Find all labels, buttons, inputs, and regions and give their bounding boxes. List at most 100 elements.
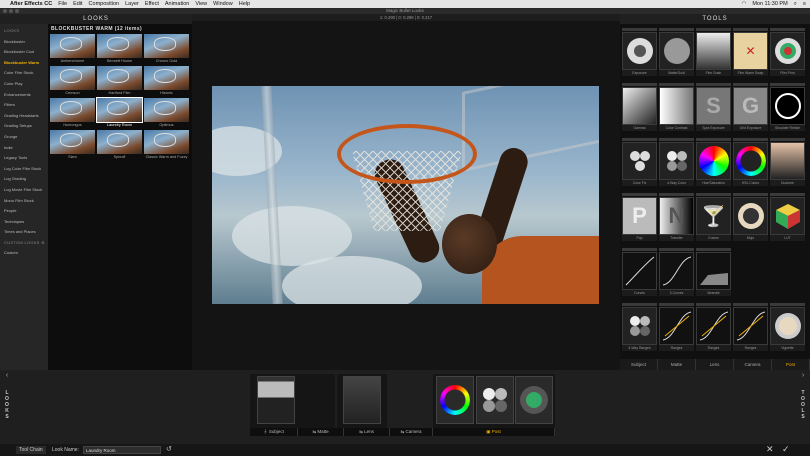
look-thumb[interactable]: Amberchrome	[50, 34, 95, 64]
tool-ranges-3[interactable]: Ranges	[733, 303, 768, 351]
tool-cosmo[interactable]: 🍸 Cosmo	[696, 193, 731, 241]
tool-hue-saturation[interactable]: Hue/Saturation	[696, 138, 731, 186]
confirm-icon[interactable]: ✓	[782, 444, 790, 455]
tool-grid-exposure[interactable]: G Grid Exposure	[733, 83, 768, 131]
category-item[interactable]: Blockbuster Cool	[0, 47, 48, 58]
reset-icon[interactable]: ↺	[166, 445, 172, 453]
search-icon[interactable]: ⌕	[794, 1, 797, 8]
category-item[interactable]: Log Grading	[0, 174, 48, 185]
minimize-window-button[interactable]	[9, 9, 13, 13]
chain-tab-subject[interactable]: ⏚ Subject	[250, 428, 298, 436]
category-item[interactable]: Log Color Film Stock	[0, 164, 48, 175]
look-thumb[interactable]: Classic Warm and Fuzzy	[144, 130, 189, 160]
tool-chain-button[interactable]: Tool Chain	[16, 446, 46, 454]
category-item[interactable]: Filters	[0, 100, 48, 111]
tab-subject[interactable]: Subject	[620, 359, 658, 370]
tool-film-grain[interactable]: Film Grain	[696, 28, 731, 76]
tool-3-curves[interactable]: 3-Curves	[659, 248, 694, 296]
zoom-window-button[interactable]	[15, 9, 19, 13]
menu-view[interactable]: View	[195, 1, 207, 7]
tool-hsl-colors[interactable]: HSL Colors	[733, 138, 768, 186]
category-item[interactable]: Grading Headstarts	[0, 111, 48, 122]
menu-file[interactable]: File	[58, 1, 67, 7]
menu-animation[interactable]: Animation	[165, 1, 189, 7]
look-thumb[interactable]: Historic	[144, 66, 189, 96]
tool-transfer[interactable]: N Transfer	[659, 193, 694, 241]
tab-lens[interactable]: Lens	[696, 359, 734, 370]
tab-matte[interactable]: Matte	[658, 359, 696, 370]
tool-4-way-ranges[interactable]: 4-Way Ranges	[622, 303, 657, 351]
cancel-icon[interactable]: ✕	[766, 444, 774, 455]
looks-side-label[interactable]: LOOKS	[2, 390, 12, 420]
post-tool-hsl[interactable]	[436, 376, 474, 424]
chain-tab-lens[interactable]: ⇋ Lens	[344, 428, 390, 436]
list-icon[interactable]: ≡	[803, 1, 806, 7]
tool-lut[interactable]: LUT	[770, 193, 805, 241]
category-item[interactable]: Grading Setups	[0, 121, 48, 132]
category-item[interactable]: Legacy Tools	[0, 153, 48, 164]
menu-composition[interactable]: Composition	[89, 1, 120, 7]
look-thumb[interactable]: Siam	[50, 130, 95, 160]
tool-4-way-color[interactable]: 4-Way Color	[659, 138, 694, 186]
tool-film-warm-swap[interactable]: ✕ Film Warm Swap	[733, 28, 768, 76]
category-item[interactable]: Times and Places	[0, 227, 48, 238]
chain-tab-camera[interactable]: ⇋ Camera	[390, 428, 433, 436]
category-item[interactable]: Log Movie Film Stock	[0, 185, 48, 196]
tool-vignette[interactable]: Vignette	[770, 303, 805, 351]
category-item[interactable]: Grunge	[0, 132, 48, 143]
look-thumb[interactable]: Optimus	[144, 98, 189, 128]
chain-tab-post[interactable]: ▣ Post	[433, 428, 555, 436]
category-item[interactable]: Enhancements	[0, 90, 48, 101]
menu-layer[interactable]: Layer	[125, 1, 139, 7]
look-thumb[interactable]: Chrono Gold	[144, 34, 189, 64]
post-tool-4-way[interactable]	[476, 376, 514, 424]
look-thumb[interactable]: Hartford Film	[97, 66, 142, 96]
look-thumb[interactable]: Crimson	[50, 66, 95, 96]
add-icon[interactable]: ⊕	[41, 240, 45, 245]
tool-duotone[interactable]: Duotone	[770, 138, 805, 186]
tool-color-fix[interactable]: Color Fix	[622, 138, 657, 186]
menu-edit[interactable]: Edit	[73, 1, 82, 7]
chevron-right-icon[interactable]: ›	[798, 372, 808, 379]
category-item[interactable]: Color Film Stock	[0, 68, 48, 79]
tool-pop[interactable]: P Pop	[622, 193, 657, 241]
tool-ranges-1[interactable]: Ranges	[659, 303, 694, 351]
tool-film-print[interactable]: Film Print	[770, 28, 805, 76]
category-header-custom[interactable]: CUSTOM LOOKS ⊕	[0, 238, 48, 249]
post-tool-film[interactable]	[515, 376, 553, 424]
chain-slot-post[interactable]	[433, 374, 555, 434]
tool-wrandle[interactable]: Wrandle	[696, 248, 731, 296]
category-item[interactable]: Techniques	[0, 217, 48, 228]
look-thumb[interactable]: Spinoff	[97, 130, 142, 160]
menu-help[interactable]: Help	[239, 1, 250, 7]
look-thumb[interactable]: Bennett House	[97, 34, 142, 64]
clock[interactable]: Mon 11:30 PM	[752, 1, 787, 7]
tool-color-contrast[interactable]: Color Contrast	[659, 83, 694, 131]
category-item[interactable]: Custom	[0, 248, 48, 259]
chain-slot-matte[interactable]	[337, 374, 387, 434]
category-item[interactable]: Blockbuster	[0, 37, 48, 48]
tab-post[interactable]: Post	[772, 359, 810, 370]
close-window-button[interactable]	[3, 9, 7, 13]
tool-exposure[interactable]: Exposure	[622, 28, 657, 76]
tool-matte-gold[interactable]: Matte/Gold	[659, 28, 694, 76]
tool-gamma[interactable]: Gamma	[622, 83, 657, 131]
category-item[interactable]: People	[0, 206, 48, 217]
menu-effect[interactable]: Effect	[145, 1, 159, 7]
tool-mojo[interactable]: Mojo	[733, 193, 768, 241]
chain-slot-subject[interactable]	[250, 374, 335, 434]
wifi-icon[interactable]: ◠	[742, 1, 747, 7]
tool-spot-exposure[interactable]: S Spot Exposure	[696, 83, 731, 131]
look-name-input[interactable]	[83, 446, 161, 454]
menu-app[interactable]: After Effects CC	[10, 1, 52, 7]
category-item[interactable]: Indie	[0, 143, 48, 154]
tool-ranges-2[interactable]: Ranges	[696, 303, 731, 351]
category-item[interactable]: Color Play	[0, 79, 48, 90]
chain-tab-matte[interactable]: ⇋ Matte	[298, 428, 344, 436]
tab-camera[interactable]: Camera	[734, 359, 772, 370]
category-item[interactable]: Mono Film Stock	[0, 196, 48, 207]
tool-shoulder[interactable]: Shoulder Reticle	[770, 83, 805, 131]
tool-curves[interactable]: Curves	[622, 248, 657, 296]
preview-image[interactable]	[212, 86, 599, 304]
look-thumb-selected[interactable]: Laundry Room	[96, 97, 143, 128]
